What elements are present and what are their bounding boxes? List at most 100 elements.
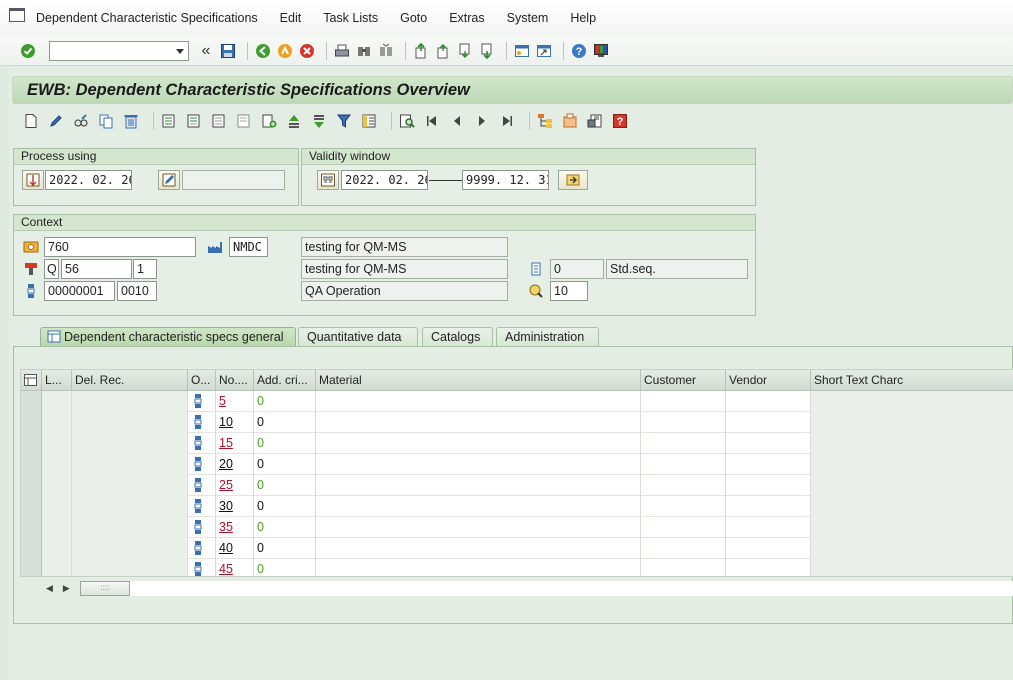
cell-material[interactable] (316, 433, 641, 454)
scroll-thumb[interactable]: :::: (79, 580, 130, 596)
last-entry-icon[interactable] (498, 112, 516, 130)
cell-customer[interactable] (641, 412, 726, 433)
back-icon[interactable] (254, 42, 272, 60)
enter-icon[interactable] (19, 42, 37, 60)
row-selector[interactable] (21, 433, 42, 454)
sort-ascending-icon[interactable] (285, 112, 303, 130)
process-edit-button[interactable] (158, 170, 180, 190)
scroll-track[interactable] (129, 580, 1013, 596)
horizontal-scrollbar[interactable]: ◀ ▶ :::: (20, 579, 1013, 597)
cell-no[interactable]: 30 (216, 496, 254, 517)
validity-range-button[interactable] (317, 170, 339, 190)
process-date-button[interactable] (22, 170, 44, 190)
cell-vendor[interactable] (726, 454, 811, 475)
validity-apply-button[interactable] (558, 170, 588, 190)
cell-vendor[interactable] (726, 496, 811, 517)
cell-customer[interactable] (641, 496, 726, 517)
cancel-icon[interactable] (298, 42, 316, 60)
cell-no[interactable]: 10 (216, 412, 254, 433)
delete-icon[interactable] (122, 112, 140, 130)
cell-short-text[interactable] (811, 391, 1013, 412)
menu-item-task-lists[interactable]: Task Lists (323, 11, 378, 25)
material-number-field[interactable]: 760 (44, 237, 196, 257)
table-settings-button[interactable] (21, 370, 42, 391)
tab-administration[interactable]: Administration (496, 327, 599, 346)
table-row[interactable]: 20 0 (21, 454, 1013, 475)
find-icon[interactable] (355, 42, 373, 60)
insert-row-icon[interactable] (260, 112, 278, 130)
column-settings-icon[interactable] (360, 112, 378, 130)
cell-short-text[interactable] (811, 433, 1013, 454)
plant-field[interactable]: NMDC (229, 237, 268, 257)
cell-vendor[interactable] (726, 559, 811, 576)
node-field[interactable]: 00000001 (44, 281, 115, 301)
create-icon[interactable] (22, 112, 40, 130)
cell-no[interactable]: 35 (216, 517, 254, 538)
inspection-char-number-link[interactable]: 10 (219, 415, 233, 429)
inspection-char-number-link[interactable]: 25 (219, 478, 233, 492)
menu-item-goto[interactable]: Goto (400, 11, 427, 25)
inspection-char-number-link[interactable]: 35 (219, 520, 233, 534)
cell-material[interactable] (316, 559, 641, 576)
column-header-o[interactable]: O... (188, 370, 216, 391)
cell-no[interactable]: 45 (216, 559, 254, 576)
change-icon[interactable] (47, 112, 65, 130)
table-row[interactable]: 30 0 (21, 496, 1013, 517)
row-selector[interactable] (21, 517, 42, 538)
process-secondary-field[interactable] (182, 170, 285, 190)
search-icon[interactable] (398, 112, 416, 130)
menu-item-system[interactable]: System (507, 11, 549, 25)
cell-material[interactable] (316, 391, 641, 412)
next-page-icon[interactable] (456, 42, 474, 60)
menu-item-dependent-char-specs[interactable]: Dependent Characteristic Specifications (36, 11, 258, 25)
cell-no[interactable]: 25 (216, 475, 254, 496)
exit-icon[interactable] (276, 42, 294, 60)
table-row[interactable]: 40 0 (21, 538, 1013, 559)
chevron-down-icon[interactable] (176, 48, 184, 54)
cell-add-cri[interactable]: 0 (254, 559, 316, 576)
tab-quantitative-data[interactable]: Quantitative data (298, 327, 418, 346)
cell-no[interactable]: 5 (216, 391, 254, 412)
column-header-l[interactable]: L... (42, 370, 72, 391)
cell-customer[interactable] (641, 559, 726, 576)
cell-add-cri[interactable]: 0 (254, 412, 316, 433)
menu-item-help[interactable]: Help (570, 11, 596, 25)
cell-short-text[interactable] (811, 496, 1013, 517)
inspection-char-number-link[interactable]: 30 (219, 499, 233, 513)
cell-no[interactable]: 20 (216, 454, 254, 475)
column-header-short-text[interactable]: Short Text Charc (811, 370, 1013, 391)
previous-entry-icon[interactable] (448, 112, 466, 130)
inspection-char-number-link[interactable]: 45 (219, 562, 233, 576)
save-icon[interactable] (219, 42, 237, 60)
cell-customer[interactable] (641, 475, 726, 496)
object-list-icon[interactable] (561, 112, 579, 130)
column-header-no[interactable]: No.... (216, 370, 254, 391)
inspection-char-number-link[interactable]: 5 (219, 394, 226, 408)
shortcut-icon[interactable] (535, 42, 553, 60)
scroll-right-icon[interactable]: ▶ (63, 583, 70, 594)
hierarchy-icon[interactable] (536, 112, 554, 130)
cell-add-cri[interactable]: 0 (254, 517, 316, 538)
previous-page-icon[interactable] (434, 42, 452, 60)
cell-material[interactable] (316, 412, 641, 433)
cell-add-cri[interactable]: 0 (254, 433, 316, 454)
tab-dependent-char-specs-general[interactable]: Dependent characteristic specs general (40, 327, 296, 346)
cell-material[interactable] (316, 454, 641, 475)
next-entry-icon[interactable] (473, 112, 491, 130)
cell-customer[interactable] (641, 433, 726, 454)
tab-catalogs[interactable]: Catalogs (422, 327, 493, 346)
find-next-icon[interactable] (377, 42, 395, 60)
cell-vendor[interactable] (726, 391, 811, 412)
row-selector[interactable] (21, 391, 42, 412)
inspection-char-number-link[interactable]: 20 (219, 457, 233, 471)
print-icon[interactable] (333, 42, 351, 60)
cell-add-cri[interactable]: 0 (254, 391, 316, 412)
scroll-left-icon[interactable]: ◀ (46, 583, 53, 594)
validity-to-field[interactable]: 9999. 12. 31 (462, 170, 549, 190)
cell-add-cri[interactable]: 0 (254, 496, 316, 517)
cell-short-text[interactable] (811, 412, 1013, 433)
assignment-icon[interactable] (586, 112, 604, 130)
validity-from-field[interactable]: 2022. 02. 26 (341, 170, 428, 190)
copy-icon[interactable] (97, 112, 115, 130)
cell-material[interactable] (316, 517, 641, 538)
